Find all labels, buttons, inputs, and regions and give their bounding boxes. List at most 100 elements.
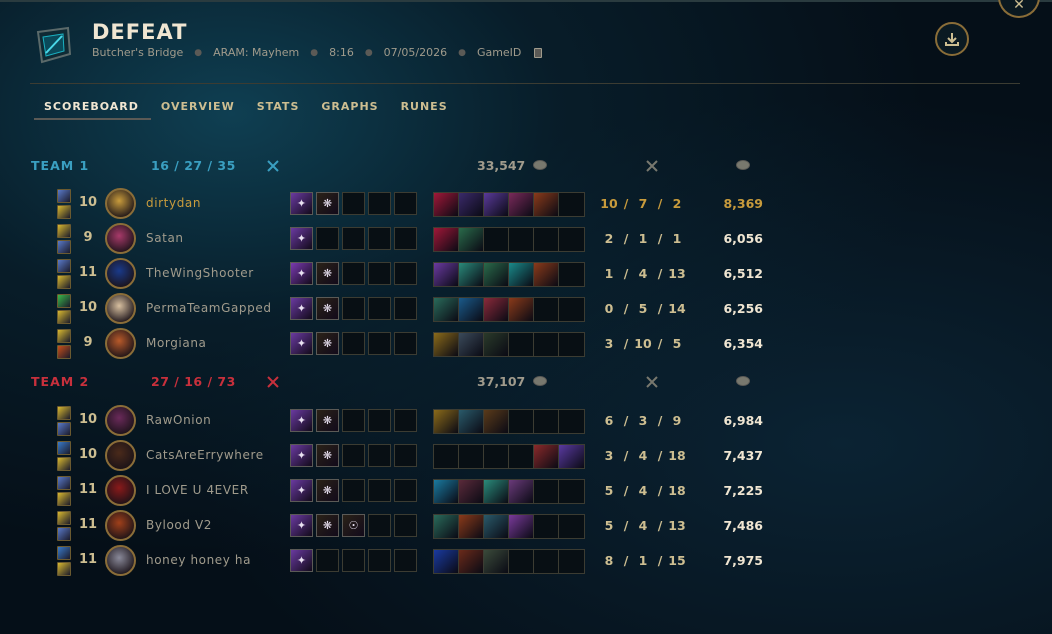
player-name[interactable]: PermaTeamGapped [146, 301, 272, 315]
player-row[interactable]: 9 Morgiana ✦ ❋ 3/10/5 6,354 [57, 328, 777, 360]
champion-avatar[interactable] [105, 475, 136, 506]
tab-scoreboard[interactable]: SCOREBOARD [34, 97, 151, 120]
champion-avatar[interactable] [105, 510, 136, 541]
augment-slot[interactable]: ❋ [316, 409, 339, 432]
copy-icon[interactable] [534, 47, 543, 58]
summoner-spell-icon[interactable] [57, 189, 71, 203]
summoner-spell-icon[interactable] [57, 546, 71, 560]
player-name[interactable]: honey honey ha [146, 553, 251, 567]
item-slot[interactable] [459, 263, 484, 286]
summoner-spell-icon[interactable] [57, 275, 71, 289]
summoner-spell-icon[interactable] [57, 259, 71, 273]
item-slot[interactable] [459, 298, 484, 321]
item-slot[interactable] [509, 515, 534, 538]
champion-avatar[interactable] [105, 545, 136, 576]
augment-slot[interactable]: ❋ [316, 332, 339, 355]
item-slot[interactable] [484, 410, 509, 433]
summoner-spell-icon[interactable] [57, 240, 71, 254]
player-name[interactable]: Morgiana [146, 336, 206, 350]
augment-slot[interactable]: ❋ [316, 192, 339, 215]
item-slot[interactable] [434, 263, 459, 286]
item-slot[interactable] [459, 515, 484, 538]
summoner-spell-icon[interactable] [57, 294, 71, 308]
item-slot[interactable] [434, 298, 459, 321]
summoner-spell-icon[interactable] [57, 422, 71, 436]
augment-slot[interactable]: ✦ [290, 192, 313, 215]
item-slot[interactable] [534, 263, 559, 286]
player-row[interactable]: 11 TheWingShooter ✦ ❋ 1/4/13 6,512 [57, 258, 777, 290]
champion-avatar[interactable] [105, 223, 136, 254]
item-slot[interactable] [459, 193, 484, 216]
item-slot[interactable] [484, 333, 509, 356]
tab-stats[interactable]: STATS [247, 97, 312, 120]
summoner-spell-icon[interactable] [57, 329, 71, 343]
champion-avatar[interactable] [105, 328, 136, 359]
augment-slot[interactable]: ❋ [316, 297, 339, 320]
summoner-spell-icon[interactable] [57, 457, 71, 471]
summoner-spell-icon[interactable] [57, 476, 71, 490]
summoner-spell-icon[interactable] [57, 406, 71, 420]
summoner-spell-icon[interactable] [57, 511, 71, 525]
player-name[interactable]: dirtydan [146, 196, 201, 210]
item-slot[interactable] [484, 550, 509, 573]
item-slot[interactable] [559, 445, 584, 468]
item-slot[interactable] [534, 445, 559, 468]
player-row[interactable]: 9 Satan ✦ 2 / 1 / 1 6,056 [57, 223, 777, 255]
item-slot[interactable] [434, 333, 459, 356]
item-slot[interactable] [459, 480, 484, 503]
close-button[interactable]: ✕ [998, 0, 1040, 18]
augment-slot[interactable]: ✦ [290, 549, 313, 572]
player-row[interactable]: 10 PermaTeamGapped ✦ ❋ 0/5/14 6,256 [57, 293, 777, 325]
augment-slot[interactable]: ❋ [316, 444, 339, 467]
champion-avatar[interactable] [105, 258, 136, 289]
item-slot[interactable] [434, 410, 459, 433]
item-slot[interactable] [484, 515, 509, 538]
player-row[interactable]: 10 CatsAreErrywhere ✦ ❋ 3/4/18 7,437 [57, 440, 777, 472]
summoner-spell-icon[interactable] [57, 562, 71, 576]
augment-slot[interactable]: ☉ [342, 514, 365, 537]
player-row[interactable]: 10 RawOnion ✦ ❋ 6/3/9 6,984 [57, 405, 777, 437]
item-slot[interactable] [434, 480, 459, 503]
player-row[interactable]: 11 I LOVE U 4EVER ✦ ❋ 5/4/18 7,225 [57, 475, 777, 507]
player-name[interactable]: CatsAreErrywhere [146, 448, 264, 462]
item-slot[interactable] [509, 263, 534, 286]
player-row[interactable]: 11 honey honey ha ✦ 8 / 1 / 15 7,975 [57, 545, 777, 577]
summoner-spell-icon[interactable] [57, 527, 71, 541]
champion-avatar[interactable] [105, 188, 136, 219]
item-slot[interactable] [434, 228, 459, 251]
champion-avatar[interactable] [105, 293, 136, 324]
item-slot[interactable] [459, 410, 484, 433]
tab-graphs[interactable]: GRAPHS [311, 97, 390, 120]
champion-avatar[interactable] [105, 405, 136, 436]
augment-slot[interactable]: ✦ [290, 227, 313, 250]
item-slot[interactable] [434, 550, 459, 573]
player-row[interactable]: 11 Bylood V2 ✦ ❋ ☉ 5 / 4 / 13 7,486 [57, 510, 777, 542]
download-button[interactable] [935, 22, 969, 56]
augment-slot[interactable]: ✦ [290, 297, 313, 320]
summoner-spell-icon[interactable] [57, 310, 71, 324]
item-slot[interactable] [509, 298, 534, 321]
augment-slot[interactable]: ✦ [290, 332, 313, 355]
augment-slot[interactable]: ❋ [316, 262, 339, 285]
item-slot[interactable] [459, 228, 484, 251]
player-name[interactable]: Bylood V2 [146, 518, 212, 532]
item-slot[interactable] [434, 515, 459, 538]
summoner-spell-icon[interactable] [57, 205, 71, 219]
player-row[interactable]: 10 dirtydan ✦ ❋ 10/7/2 8,369 [57, 188, 777, 220]
augment-slot[interactable]: ❋ [316, 479, 339, 502]
item-slot[interactable] [434, 193, 459, 216]
summoner-spell-icon[interactable] [57, 492, 71, 506]
tab-runes[interactable]: RUNES [391, 97, 460, 120]
item-slot[interactable] [509, 480, 534, 503]
augment-slot[interactable]: ✦ [290, 444, 313, 467]
item-slot[interactable] [484, 480, 509, 503]
augment-slot[interactable]: ✦ [290, 514, 313, 537]
item-slot[interactable] [484, 193, 509, 216]
item-slot[interactable] [484, 298, 509, 321]
player-name[interactable]: RawOnion [146, 413, 211, 427]
tab-overview[interactable]: OVERVIEW [151, 97, 247, 120]
item-slot[interactable] [484, 263, 509, 286]
item-slot[interactable] [534, 193, 559, 216]
player-name[interactable]: TheWingShooter [146, 266, 254, 280]
augment-slot[interactable]: ✦ [290, 479, 313, 502]
